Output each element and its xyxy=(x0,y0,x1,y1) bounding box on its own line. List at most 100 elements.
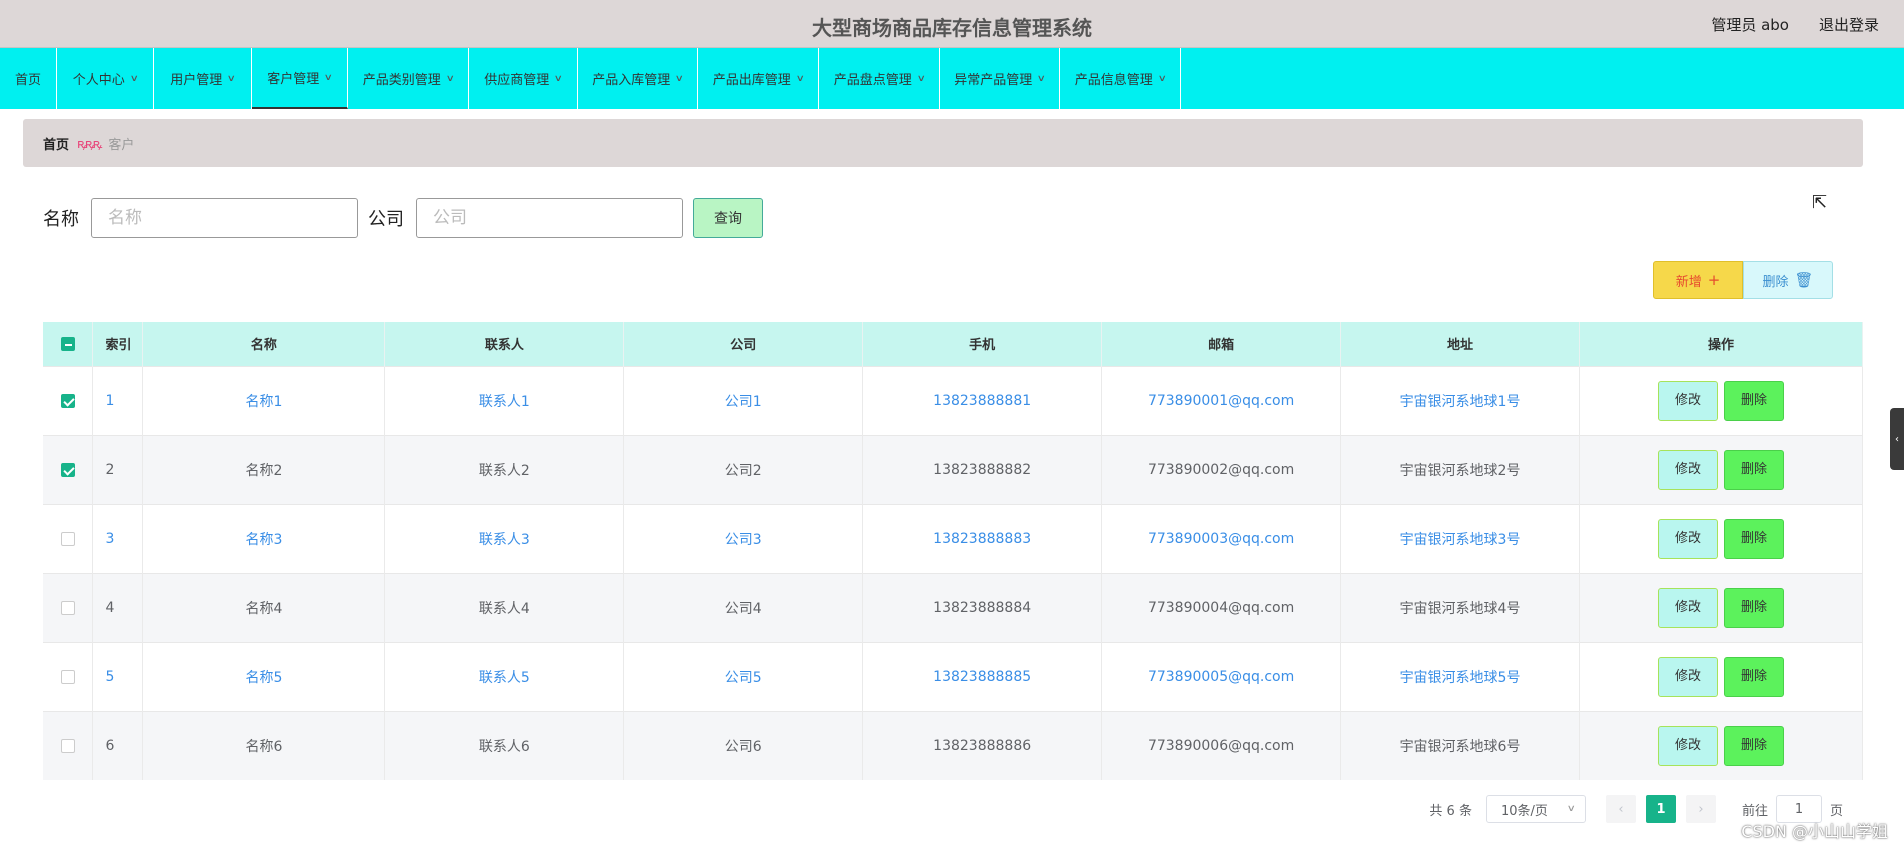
side-panel-toggle[interactable]: ‹ xyxy=(1890,408,1904,470)
nav-label: 产品信息管理 xyxy=(1074,73,1153,88)
page-size-value: 10条/页 xyxy=(1500,803,1548,819)
nav-item-abnormal-product[interactable]: 异常产品管理 ∨ xyxy=(940,48,1060,109)
cell-name: 名称3 xyxy=(142,503,386,573)
cell-phone: 13823888885 xyxy=(862,641,1103,711)
cell-contact: 联系人2 xyxy=(384,434,625,504)
chevron-left-icon: ‹ xyxy=(1618,801,1624,817)
nav-label: 异常产品管理 xyxy=(954,73,1033,88)
page-suffix: 页 xyxy=(1829,803,1843,819)
cell-phone: 13823888883 xyxy=(862,503,1103,573)
nav-item-supplier[interactable]: 供应商管理 ∨ xyxy=(469,48,578,109)
chevron-down-icon: ∨ xyxy=(916,73,926,84)
chevron-left-icon: ‹ xyxy=(1895,433,1899,445)
edit-button[interactable]: 修改 xyxy=(1657,518,1718,559)
cell-operations: 修改 删除 xyxy=(1579,710,1864,780)
row-select-cell xyxy=(43,503,94,573)
delete-button[interactable]: 删除 xyxy=(1723,449,1784,490)
nav-label: 首页 xyxy=(14,73,41,88)
logout-link[interactable]: 退出登录 xyxy=(1819,14,1879,35)
nav-item-user-management[interactable]: 用户管理 ∨ xyxy=(154,48,252,109)
next-page-button[interactable]: › xyxy=(1685,795,1716,823)
delete-button[interactable]: 删除 xyxy=(1723,587,1784,628)
name-search-input[interactable] xyxy=(91,198,358,238)
cell-phone: 13823888884 xyxy=(862,572,1103,642)
main-nav: 首页 个人中心 ∨ 用户管理 ∨ 客户管理 ∨ 产品类别管理 ∨ 供应商管理 ∨ 产品入库… xyxy=(0,48,1904,109)
cell-address: 宇宙银河系地球5号 xyxy=(1340,641,1580,711)
row-checkbox[interactable] xyxy=(60,669,75,684)
edit-button[interactable]: 修改 xyxy=(1657,449,1718,490)
row-checkbox[interactable] xyxy=(60,600,75,615)
cell-contact: 联系人3 xyxy=(384,503,625,573)
delete-button-label: 删除 xyxy=(1762,274,1789,290)
header-index: 索引 xyxy=(92,322,144,366)
cell-company: 公司5 xyxy=(623,641,864,711)
table-row: 5 名称5 联系人5 公司5 13823888885 773890005@qq.com 宇宙… xyxy=(43,641,1864,711)
cell-operations: 修改 删除 xyxy=(1579,572,1864,642)
cell-operations: 修改 删除 xyxy=(1579,641,1864,711)
cell-company: 公司6 xyxy=(623,710,864,780)
edit-button[interactable]: 修改 xyxy=(1657,656,1718,697)
nav-item-inventory-check[interactable]: 产品盘点管理 ∨ xyxy=(819,48,940,109)
nav-item-product-info[interactable]: 产品信息管理 ∨ xyxy=(1060,48,1181,109)
cell-company: 公司1 xyxy=(623,365,864,435)
cell-contact: 联系人1 xyxy=(384,365,625,435)
name-label: 名称 xyxy=(43,209,79,230)
add-button[interactable]: 新增 + xyxy=(1653,261,1743,299)
delete-button[interactable]: 删除 xyxy=(1723,725,1784,766)
cell-name: 名称5 xyxy=(142,641,386,711)
breadcrumb-home[interactable]: 首页 xyxy=(43,134,69,153)
nav-item-product-category[interactable]: 产品类别管理 ∨ xyxy=(348,48,469,109)
cell-phone: 13823888881 xyxy=(862,365,1103,435)
cell-address: 宇宙银河系地球1号 xyxy=(1340,365,1580,435)
cell-operations: 修改 删除 xyxy=(1579,503,1864,573)
cell-email: 773890003@qq.com xyxy=(1101,503,1342,573)
nav-label: 产品出库管理 xyxy=(712,73,791,88)
chevron-down-icon: ∨ xyxy=(1157,73,1167,84)
nav-item-stock-in[interactable]: 产品入库管理 ∨ xyxy=(578,48,698,109)
nav-item-personal-center[interactable]: 个人中心 ∨ xyxy=(57,48,154,109)
chevron-down-icon: ∨ xyxy=(129,73,139,84)
nav-item-stock-out[interactable]: 产品出库管理 ∨ xyxy=(698,48,819,109)
row-checkbox[interactable] xyxy=(60,738,75,753)
chevron-down-icon: ∨ xyxy=(445,73,455,84)
edit-button[interactable]: 修改 xyxy=(1657,587,1718,628)
cell-operations: 修改 删除 xyxy=(1579,365,1864,435)
goto-label: 前往 xyxy=(1741,803,1768,819)
cell-email: 773890005@qq.com xyxy=(1101,641,1342,711)
delete-button[interactable]: 删除 xyxy=(1723,380,1784,421)
page-number-1[interactable]: 1 xyxy=(1645,795,1676,823)
row-checkbox[interactable] xyxy=(60,393,75,408)
company-search-input[interactable] xyxy=(416,198,683,238)
breadcrumb-current: 客户 xyxy=(108,137,135,153)
chevron-down-icon: ∨ xyxy=(1036,73,1047,84)
select-all-checkbox[interactable] xyxy=(60,336,75,351)
batch-delete-button[interactable]: 删除 🗑 xyxy=(1743,261,1833,299)
cell-contact: 联系人6 xyxy=(384,710,625,780)
chevron-down-icon: ∨ xyxy=(323,72,334,83)
delete-button[interactable]: 删除 xyxy=(1723,518,1784,559)
cell-phone: 13823888882 xyxy=(862,434,1103,504)
delete-button[interactable]: 删除 xyxy=(1723,656,1784,697)
total-count: 共 6 条 xyxy=(1429,803,1472,819)
table-header-row: 索引 名称 联系人 公司 手机 邮箱 地址 操作 xyxy=(43,322,1864,366)
row-checkbox[interactable] xyxy=(60,531,75,546)
nav-item-customer-management[interactable]: 客户管理 ∨ xyxy=(252,48,348,109)
header-email: 邮箱 xyxy=(1101,322,1342,366)
cell-email: 773890002@qq.com xyxy=(1101,434,1342,504)
query-button[interactable]: 查询 xyxy=(693,198,763,238)
cell-email: 773890006@qq.com xyxy=(1101,710,1342,780)
header-phone: 手机 xyxy=(862,322,1103,366)
cell-company: 公司3 xyxy=(623,503,864,573)
edit-button[interactable]: 修改 xyxy=(1657,725,1718,766)
page-size-select[interactable]: 10条/页 ∨ xyxy=(1485,795,1586,823)
row-select-cell xyxy=(43,710,94,780)
prev-page-button[interactable]: ‹ xyxy=(1605,795,1636,823)
edit-button[interactable]: 修改 xyxy=(1657,380,1718,421)
nav-item-home[interactable]: 首页 xyxy=(0,48,57,109)
nav-label: 客户管理 xyxy=(267,72,320,87)
table-row: 2 名称2 联系人2 公司2 13823888882 773890002@qq.com 宇宙… xyxy=(43,434,1864,504)
cell-operations: 修改 删除 xyxy=(1579,434,1864,504)
chevron-down-icon: ∨ xyxy=(553,73,564,84)
customer-table: 索引 名称 联系人 公司 手机 邮箱 地址 操作 1 名称1 联系人1 公司1 1382… xyxy=(43,322,1864,780)
row-checkbox[interactable] xyxy=(60,462,75,477)
